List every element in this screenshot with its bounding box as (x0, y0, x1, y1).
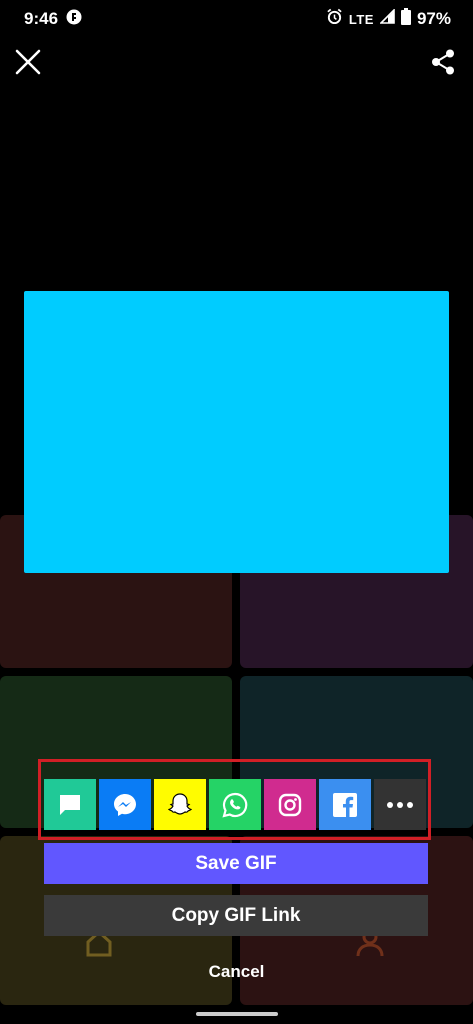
cancel-button[interactable]: Cancel (0, 962, 473, 982)
facebook-share-button[interactable] (319, 779, 371, 830)
status-right: LTE 97% (326, 8, 451, 30)
instagram-icon (278, 793, 302, 816)
messenger-share-button[interactable] (99, 779, 151, 830)
status-time: 9:46 (24, 9, 59, 28)
battery-percent: 97% (416, 9, 451, 28)
snapchat-icon (167, 792, 193, 815)
share-button[interactable] (423, 42, 463, 82)
copy-gif-link-button[interactable]: Copy GIF Link (44, 895, 428, 936)
alarm-icon (326, 8, 343, 30)
messages-share-button[interactable] (44, 779, 96, 830)
save-gif-button[interactable]: Save GIF (44, 843, 428, 884)
snapchat-share-button[interactable] (154, 779, 206, 830)
network-type: LTE (348, 11, 374, 27)
battery-icon (400, 8, 411, 30)
notification-icon (66, 9, 82, 30)
facebook-icon (333, 792, 357, 817)
messenger-icon (114, 793, 136, 816)
close-icon (15, 49, 41, 75)
more-dots-icon (387, 801, 413, 808)
instagram-share-button[interactable] (264, 779, 316, 830)
gif-preview (24, 291, 449, 573)
signal-icon (379, 8, 395, 29)
close-button[interactable] (8, 42, 48, 82)
home-gesture-bar[interactable] (196, 1012, 278, 1016)
share-icon (432, 49, 454, 75)
whatsapp-icon (222, 792, 248, 818)
share-apps-row (44, 779, 426, 830)
whatsapp-share-button[interactable] (209, 779, 261, 830)
message-icon (60, 794, 80, 815)
status-left: 9:46 (24, 9, 82, 30)
status-bar: 9:46 LTE 97% (0, 0, 473, 38)
more-options-button[interactable] (374, 779, 426, 830)
